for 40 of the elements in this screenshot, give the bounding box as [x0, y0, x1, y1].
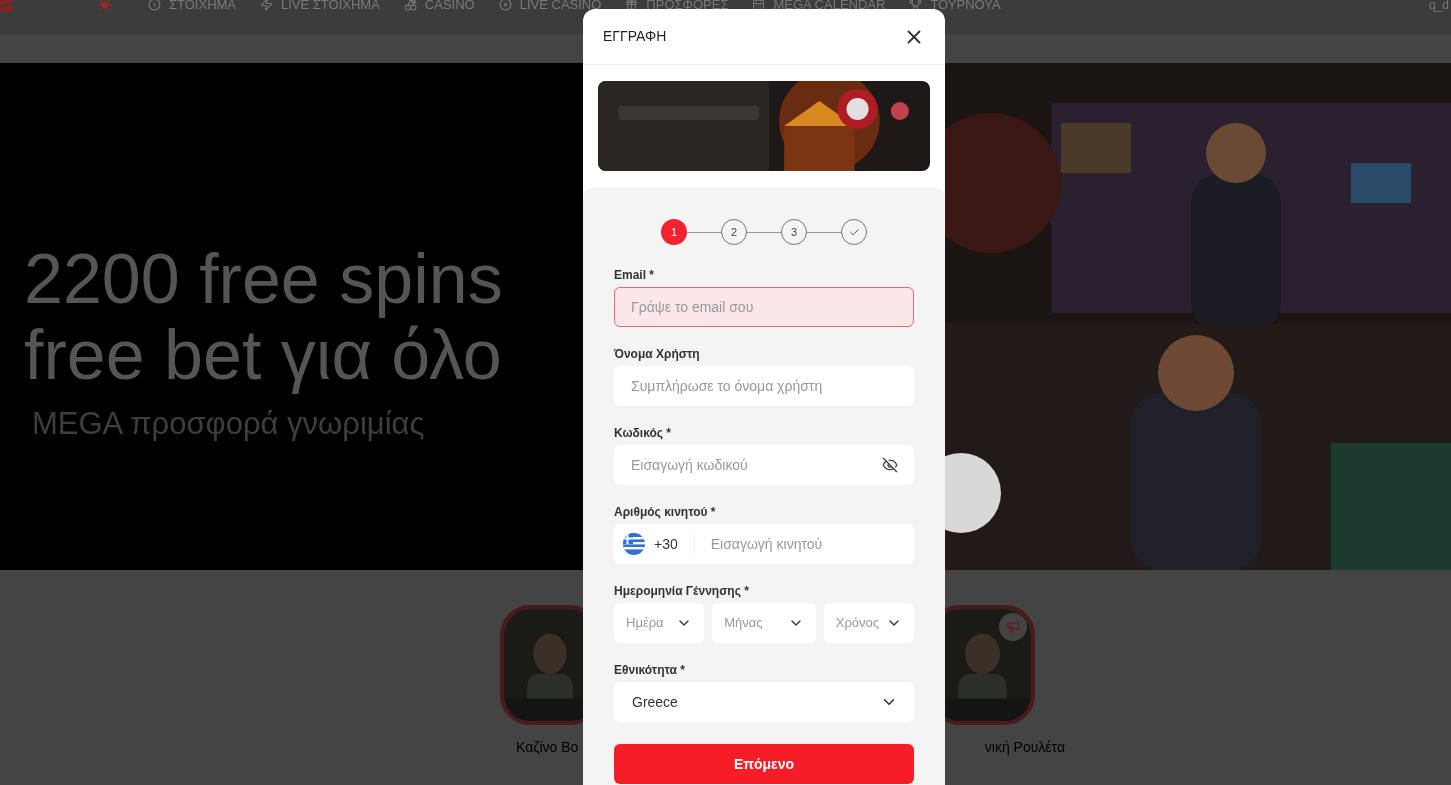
next-button[interactable]: Επόμενο — [614, 744, 914, 784]
megaphone-icon — [1006, 620, 1020, 634]
country-code[interactable]: +30 — [654, 533, 678, 555]
chip-icon — [498, 0, 512, 12]
dialog-title: ΕΓΓΡΑΦΗ — [603, 27, 667, 46]
sun-icon — [98, 0, 112, 12]
field-label: Εθνικότητα * — [614, 662, 686, 678]
nav-link[interactable]: CASINO — [403, 0, 475, 15]
field-label: Email * — [614, 267, 656, 283]
field-label: Κωδικός * — [614, 425, 672, 441]
hero-heading: 2200 free spins — [24, 241, 503, 317]
calendar-icon — [752, 0, 766, 12]
date-select[interactable]: Ημέρα — [614, 603, 705, 643]
logo-icon — [0, 0, 14, 12]
cherry-icon — [403, 0, 417, 12]
lightning-icon — [260, 0, 274, 12]
hero-heading: free bet για όλο — [24, 317, 502, 393]
field-label: Αριθμός κινητού * — [614, 504, 717, 520]
nav-link[interactable]: LIVE ΣΤΟΙΧΗΜΑ — [260, 0, 380, 15]
date-select[interactable]: Μήνας — [712, 603, 816, 643]
field-label: Ημερομηνία Γέννησης * — [614, 583, 750, 599]
date-select[interactable]: Χρόνος — [823, 603, 914, 643]
user-name: q_d — [1428, 0, 1449, 14]
field-label: Όνομα Χρήστη — [614, 346, 701, 362]
game-title: Καζίνο Βο — [516, 738, 579, 757]
nav-link[interactable]: ΣΤΟΙΧΗΜΑ — [148, 0, 237, 15]
eye-off-icon[interactable] — [882, 457, 898, 473]
game-title: νική Ρουλέτα — [984, 738, 1065, 757]
input-field[interactable]: Συμπλήρωσε το όνομα χρήστη — [614, 366, 914, 406]
check-icon — [848, 226, 860, 238]
nav-link[interactable]: LIVE CASINO — [498, 0, 602, 15]
step-indicator: 1 — [661, 219, 687, 245]
input-field[interactable]: Εισαγωγή κωδικού — [614, 445, 914, 485]
phone-number-input[interactable]: Εισαγωγή κινητού — [694, 533, 914, 555]
input-field[interactable]: Γράψε το email σου — [614, 287, 914, 327]
hero-subtitle: MEGA προσφορά γνωριμίας — [32, 405, 425, 443]
flag-icon — [622, 533, 646, 555]
phone-field[interactable]: +30 Εισαγωγή κινητού — [614, 524, 914, 564]
country-select[interactable]: Greece — [614, 682, 914, 722]
nav-link[interactable]: MEGA CALENDAR — [752, 0, 886, 15]
